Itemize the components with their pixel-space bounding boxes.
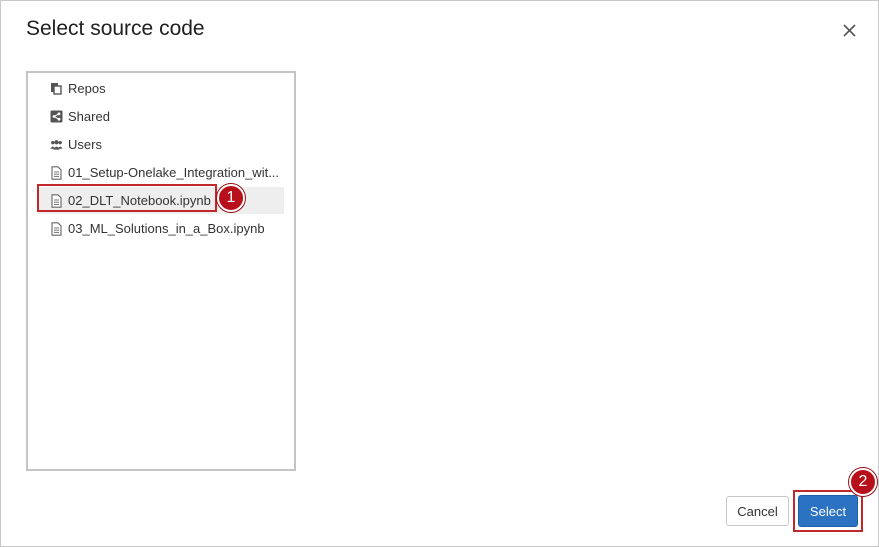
tree-item-label: Shared bbox=[68, 109, 110, 124]
dialog-title: Select source code bbox=[26, 17, 205, 40]
shared-icon bbox=[50, 110, 63, 124]
close-button[interactable] bbox=[839, 20, 861, 42]
select-source-code-dialog: Select source code Repos Shared Users 01… bbox=[0, 0, 879, 547]
notebook-file-icon bbox=[50, 221, 63, 236]
close-icon bbox=[843, 24, 856, 37]
cancel-button[interactable]: Cancel bbox=[726, 496, 789, 526]
tree-item-label: 01_Setup-Onelake_Integration_wit... bbox=[68, 165, 280, 180]
tree-item-notebook-03[interactable]: 03_ML_Solutions_in_a_Box.ipynb bbox=[38, 215, 284, 242]
file-tree-panel[interactable]: Repos Shared Users 01_Setup-Onelake_Inte… bbox=[26, 71, 296, 471]
users-icon bbox=[50, 138, 63, 152]
tree-item-notebook-01[interactable]: 01_Setup-Onelake_Integration_wit... bbox=[38, 159, 284, 186]
tree-item-users[interactable]: Users bbox=[38, 131, 284, 158]
tree-item-repos[interactable]: Repos bbox=[38, 75, 284, 102]
step1-badge: 1 bbox=[217, 184, 245, 212]
step2-badge: 2 bbox=[849, 468, 877, 496]
tree-item-label: 02_DLT_Notebook.ipynb bbox=[68, 193, 211, 208]
notebook-file-icon bbox=[50, 165, 63, 180]
tree-item-notebook-02[interactable]: 02_DLT_Notebook.ipynb bbox=[38, 187, 284, 214]
tree-item-label: 03_ML_Solutions_in_a_Box.ipynb bbox=[68, 221, 265, 236]
tree-item-label: Users bbox=[68, 137, 102, 152]
select-button[interactable]: Select bbox=[798, 495, 858, 527]
repos-icon bbox=[50, 82, 63, 96]
tree-item-shared[interactable]: Shared bbox=[38, 103, 284, 130]
tree-item-label: Repos bbox=[68, 81, 106, 96]
notebook-file-icon bbox=[50, 193, 63, 208]
